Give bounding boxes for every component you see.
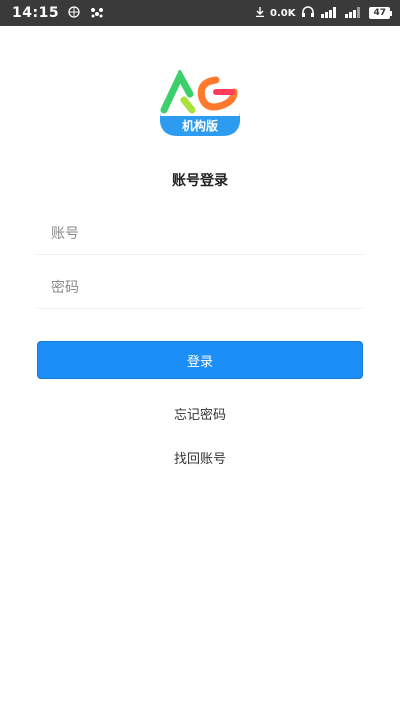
account-field bbox=[37, 215, 363, 255]
status-bar-left: 14:15 bbox=[12, 5, 105, 21]
download-arrow-icon bbox=[256, 6, 264, 20]
app-logo: 机构版 bbox=[158, 68, 242, 137]
clock: 14:15 bbox=[12, 5, 60, 21]
net-speed: 0.0K bbox=[270, 7, 296, 19]
logo-label: 机构版 bbox=[181, 119, 218, 133]
password-field bbox=[37, 269, 363, 309]
password-input[interactable] bbox=[37, 269, 363, 307]
signal-4g-icon bbox=[321, 6, 339, 21]
page-title: 账号登录 bbox=[172, 173, 228, 189]
forgot-password-link[interactable]: 忘记密码 bbox=[0, 404, 400, 423]
app-notification-icon bbox=[89, 6, 105, 21]
status-bar-right: 0.0K 47 bbox=[256, 5, 392, 21]
login-button[interactable]: 登录 bbox=[37, 341, 363, 379]
battery-indicator: 47 bbox=[369, 7, 392, 19]
account-input[interactable] bbox=[37, 215, 363, 253]
carrier-icon bbox=[67, 5, 81, 21]
recover-account-link[interactable]: 找回账号 bbox=[0, 448, 400, 467]
headset-icon bbox=[301, 5, 315, 21]
status-bar: 14:15 0.0K 47 bbox=[0, 0, 400, 26]
signal-icon bbox=[345, 6, 363, 21]
